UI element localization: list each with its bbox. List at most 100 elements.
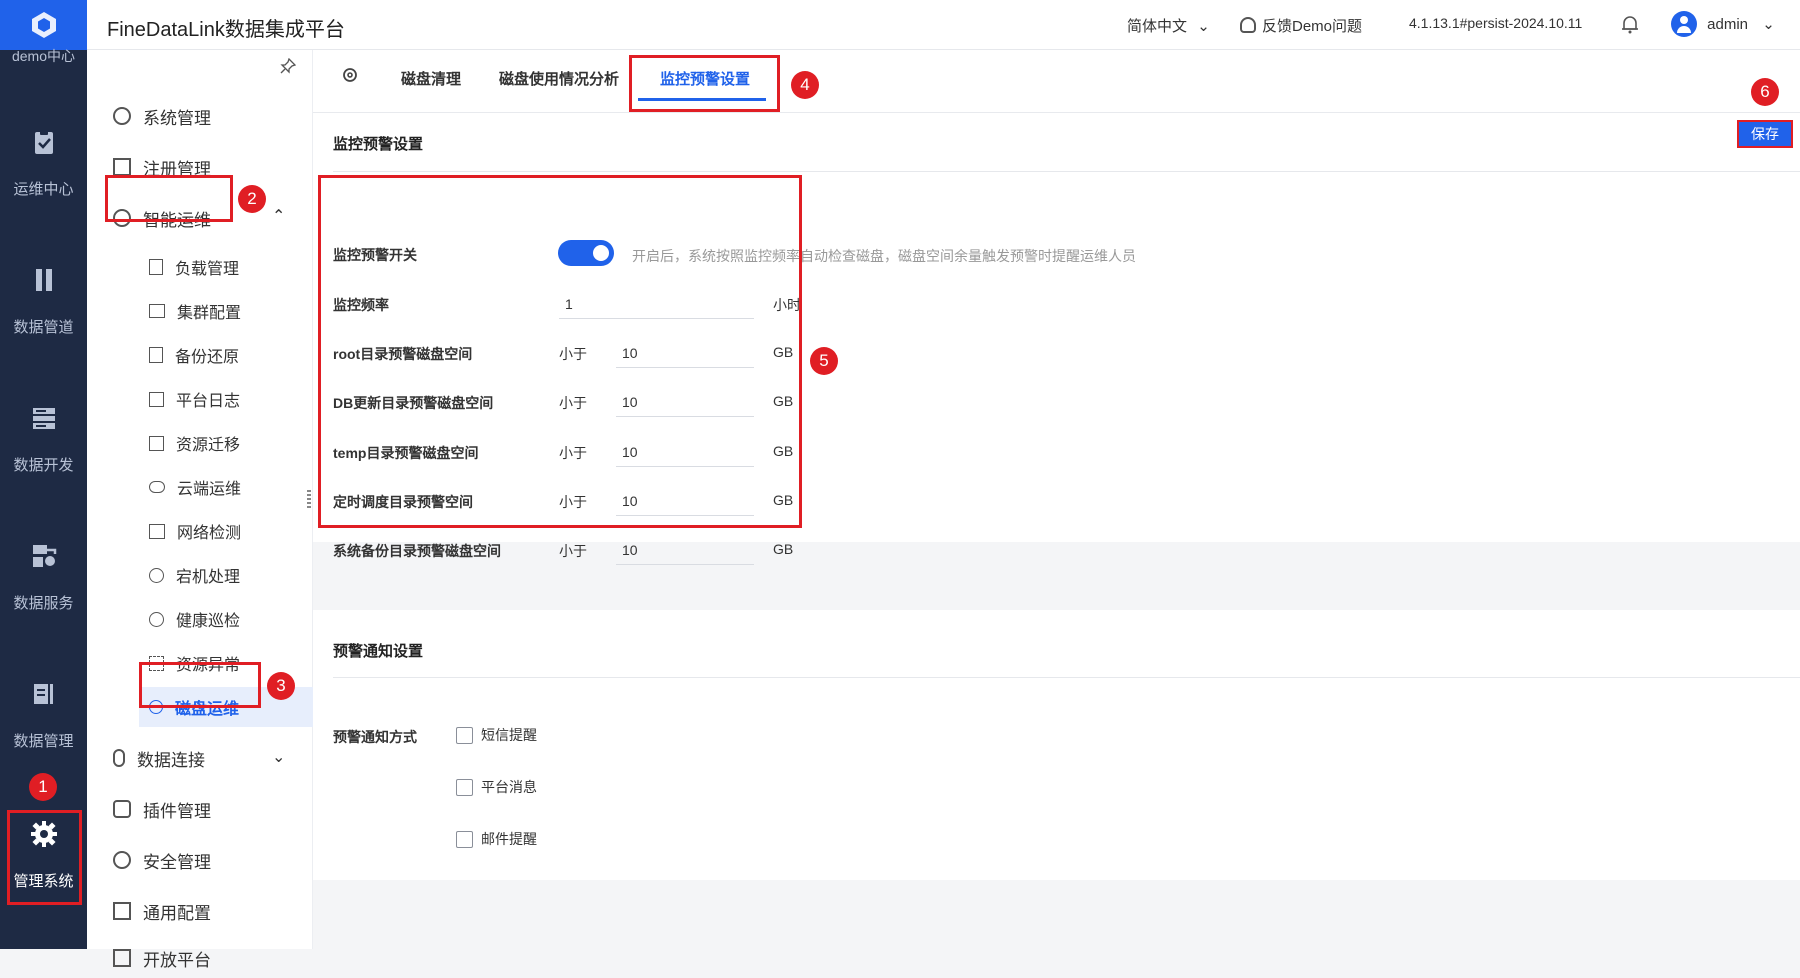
checkbox-platform-message[interactable]: 平台消息 bbox=[456, 777, 537, 797]
nav-data-dev[interactable]: 数据开发 bbox=[0, 404, 87, 524]
sidebar-item-data-connect[interactable]: 数据连接 ⌄ bbox=[87, 738, 313, 778]
gear-icon bbox=[113, 107, 131, 125]
sidebar-item-open-platform[interactable]: 开放平台 bbox=[87, 938, 313, 978]
data-manage-icon bbox=[33, 684, 53, 704]
unit-label: GB bbox=[773, 541, 794, 557]
sidebar-item-label: 网络检测 bbox=[177, 525, 242, 542]
pin-icon[interactable] bbox=[280, 57, 297, 74]
sidebar-item-system-manage[interactable]: 系统管理 bbox=[87, 96, 313, 136]
nav-label: 数据管道 bbox=[13, 319, 74, 336]
network-icon bbox=[149, 523, 165, 539]
logo[interactable] bbox=[0, 0, 87, 50]
user-name: admin bbox=[1707, 15, 1749, 33]
annotation-box-smart-ops bbox=[105, 175, 233, 222]
notify-settings-card: 预警通知设置 预警通知方式 短信提醒 平台消息 邮件提醒 bbox=[313, 610, 1800, 880]
version-text: 4.1.13.1#persist-2024.10.11 bbox=[1409, 15, 1583, 31]
demo-center-label[interactable]: demo中心 bbox=[0, 46, 87, 66]
nav-data-pipeline[interactable]: 数据管道 bbox=[0, 266, 87, 386]
gear-icon bbox=[149, 611, 164, 627]
sidebar-item-resource-migrate[interactable]: 资源迁移 bbox=[87, 423, 313, 463]
annotation-box-disk-ops bbox=[139, 662, 261, 708]
service-icon bbox=[32, 545, 56, 567]
migrate-icon bbox=[149, 435, 164, 451]
sidebar-item-health-check[interactable]: 健康巡检 bbox=[87, 599, 313, 639]
resize-handle[interactable] bbox=[307, 490, 311, 508]
section-title: 监控预警设置 bbox=[333, 136, 424, 153]
register-icon bbox=[113, 158, 131, 176]
sidebar-item-label: 资源迁移 bbox=[176, 437, 241, 454]
power-icon bbox=[149, 567, 164, 583]
sidebar-item-label: 集群配置 bbox=[177, 305, 242, 322]
save-button[interactable]: 保存 bbox=[1737, 120, 1793, 148]
sidebar-item-label: 平台日志 bbox=[176, 393, 241, 410]
annotation-box-form bbox=[318, 175, 802, 528]
left-nav: demo中心 运维中心 数据管道 数据开发 数据服务 数据管理 管理系统 bbox=[0, 0, 87, 949]
sidebar-item-general-config[interactable]: 通用配置 bbox=[87, 891, 313, 931]
annotation-badge: 5 bbox=[810, 347, 838, 375]
section-title: 预警通知设置 bbox=[333, 643, 424, 660]
checkbox-box[interactable] bbox=[456, 778, 473, 796]
tab-bar: 磁盘清理 磁盘使用情况分析 监控预警设置 bbox=[313, 50, 1800, 112]
pipeline-icon bbox=[35, 269, 52, 291]
sidebar-item-label: 备份还原 bbox=[175, 349, 240, 366]
sidebar-item-label: 健康巡检 bbox=[176, 613, 241, 630]
annotation-badge: 3 bbox=[267, 672, 295, 700]
settings-tab-gear-icon[interactable] bbox=[341, 66, 359, 88]
calendar-icon bbox=[149, 391, 164, 407]
shield-icon bbox=[113, 851, 131, 869]
chevron-down-icon: ⌄ bbox=[272, 749, 286, 766]
less-than-label: 小于 bbox=[559, 543, 587, 559]
user-menu[interactable]: admin ⌄ bbox=[1671, 11, 1775, 37]
tab-disk-cleanup[interactable]: 磁盘清理 bbox=[401, 68, 461, 89]
backup-dir-input[interactable] bbox=[616, 535, 754, 565]
sidebar-item-label: 数据连接 bbox=[137, 750, 205, 770]
tab-disk-usage-analysis[interactable]: 磁盘使用情况分析 bbox=[499, 68, 619, 89]
checkbox-box[interactable] bbox=[456, 830, 473, 848]
checkbox-box[interactable] bbox=[456, 726, 473, 744]
sidebar-item-label: 云端运维 bbox=[177, 481, 242, 498]
nav-ops-center[interactable]: 运维中心 bbox=[0, 128, 87, 248]
backup-icon bbox=[149, 347, 163, 363]
sidebar-item-label: 安全管理 bbox=[143, 852, 211, 872]
sidebar-item-load-manage[interactable]: 负载管理 bbox=[87, 247, 313, 287]
sidebar-item-security-manage[interactable]: 安全管理 bbox=[87, 840, 313, 880]
load-icon bbox=[149, 259, 163, 275]
user-icon bbox=[1680, 16, 1688, 24]
nav-data-service[interactable]: 数据服务 bbox=[0, 542, 87, 662]
annotation-box-monitor-tab bbox=[629, 55, 780, 112]
divider bbox=[333, 171, 1800, 172]
chevron-down-icon: ⌄ bbox=[1762, 16, 1775, 33]
checkbox-sms[interactable]: 短信提醒 bbox=[456, 725, 537, 745]
sidebar-item-cluster-config[interactable]: 集群配置 bbox=[87, 291, 313, 331]
puzzle-icon bbox=[113, 800, 131, 818]
sidebar-item-label: 开放平台 bbox=[143, 950, 211, 970]
sidebar-item-platform-log[interactable]: 平台日志 bbox=[87, 379, 313, 419]
notify-method-label: 预警通知方式 bbox=[333, 729, 417, 745]
sidebar-item-label: 宕机处理 bbox=[176, 569, 241, 586]
checkbox-email[interactable]: 邮件提醒 bbox=[456, 829, 537, 849]
checkbox-label: 短信提醒 bbox=[481, 727, 537, 743]
logo-icon bbox=[31, 12, 56, 38]
sidebar-item-crash-handle[interactable]: 宕机处理 bbox=[87, 555, 313, 595]
sidebar-item-plugin-manage[interactable]: 插件管理 bbox=[87, 789, 313, 829]
bell-icon[interactable] bbox=[1621, 14, 1639, 38]
cluster-icon bbox=[149, 304, 165, 318]
chevron-up-icon: ⌃ bbox=[272, 208, 286, 225]
folder-gear-icon bbox=[113, 902, 131, 920]
nav-label: 数据服务 bbox=[13, 595, 74, 612]
language-select[interactable]: 简体中文 ⌄ bbox=[1127, 15, 1210, 36]
feedback-link[interactable]: 反馈Demo问题 bbox=[1240, 15, 1362, 36]
annotation-badge: 6 bbox=[1751, 78, 1779, 106]
top-bar: FineDataLink数据集成平台 简体中文 ⌄ 反馈Demo问题 4.1.1… bbox=[87, 0, 1800, 50]
annotation-badge: 4 bbox=[791, 71, 819, 99]
sidebar-item-backup-restore[interactable]: 备份还原 bbox=[87, 335, 313, 375]
sidebar-item-label: 负载管理 bbox=[175, 261, 240, 278]
paperclip-icon bbox=[113, 749, 125, 767]
feedback-label: 反馈Demo问题 bbox=[1262, 18, 1363, 35]
avatar bbox=[1671, 11, 1697, 37]
nav-label: 运维中心 bbox=[13, 181, 74, 198]
checkbox-label: 平台消息 bbox=[481, 779, 537, 795]
nav-label: 数据管理 bbox=[13, 733, 74, 750]
sidebar-item-cloud-ops[interactable]: 云端运维 bbox=[87, 467, 313, 507]
sidebar-item-network-check[interactable]: 网络检测 bbox=[87, 511, 313, 551]
